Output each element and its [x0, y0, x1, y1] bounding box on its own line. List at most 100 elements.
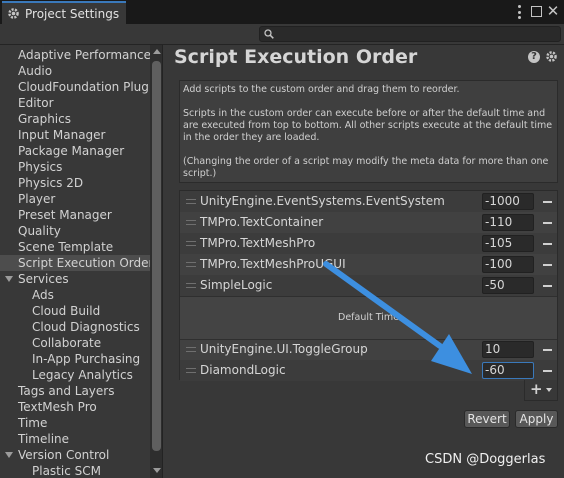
add-script-button[interactable]: +	[524, 380, 558, 401]
scrollbar-thumb[interactable]	[152, 61, 161, 451]
sidebar-item-label: Physics 2D	[18, 176, 84, 190]
sidebar-item-label: In-App Purchasing	[32, 352, 141, 366]
window-titlebar: Project Settings ✕	[0, 0, 564, 24]
default-time-label: Default Time	[338, 312, 399, 323]
search-input[interactable]	[259, 26, 561, 42]
sidebar-item-label: Graphics	[18, 112, 71, 126]
sidebar-item-physics[interactable]: Physics	[0, 159, 152, 175]
script-row[interactable]: UnityEngine.EventSystems.EventSystem -100…	[180, 191, 557, 212]
script-row[interactable]: TMPro.TextMeshProUGUI -100	[180, 254, 557, 275]
sidebar-item-time[interactable]: Time	[0, 415, 152, 431]
sidebar-item-label: Collaborate	[32, 336, 102, 350]
sidebar-item-package-manager[interactable]: Package Manager	[0, 143, 152, 159]
maximize-icon[interactable]	[531, 6, 542, 17]
scroll-down-icon[interactable]	[153, 468, 161, 473]
drag-handle-icon[interactable]	[186, 199, 196, 204]
sidebar-item-adaptive-performance[interactable]: Adaptive Performance	[0, 47, 152, 63]
sidebar-item-player[interactable]: Player	[0, 191, 152, 207]
help-icon[interactable]: ?	[528, 51, 540, 63]
chevron-down-icon[interactable]	[5, 452, 13, 458]
sidebar-item-plastic-scm[interactable]: Plastic SCM	[0, 463, 152, 478]
script-row[interactable]: DiamondLogic -60	[180, 360, 557, 381]
sidebar-item-label: Editor	[18, 96, 54, 110]
execution-order-input[interactable]: 10	[482, 341, 534, 358]
help-box: Add scripts to the custom order and drag…	[179, 80, 558, 183]
sidebar-item-label: Preset Manager	[18, 208, 112, 222]
sidebar-item-in-app-purchasing[interactable]: In-App Purchasing	[0, 351, 152, 367]
sidebar-item-version-control[interactable]: Version Control	[0, 447, 152, 463]
sidebar-item-timeline[interactable]: Timeline	[0, 431, 152, 447]
sidebar-item-textmesh-pro[interactable]: TextMesh Pro	[0, 399, 152, 415]
execution-order-input[interactable]: -50	[482, 277, 534, 294]
more-options-icon[interactable]	[515, 4, 523, 20]
script-row[interactable]: TMPro.TextMeshPro -105	[180, 233, 557, 254]
script-name: TMPro.TextMeshProUGUI	[200, 257, 346, 271]
window-title: Project Settings	[25, 6, 120, 21]
sidebar-item-collaborate[interactable]: Collaborate	[0, 335, 152, 351]
script-name: TMPro.TextMeshPro	[200, 236, 316, 250]
gear-icon	[8, 8, 19, 19]
apply-button[interactable]: Apply	[515, 410, 558, 428]
sidebar-item-audio[interactable]: Audio	[0, 63, 152, 79]
drag-handle-icon[interactable]	[186, 241, 196, 246]
gear-icon[interactable]	[545, 50, 558, 63]
chevron-down-icon[interactable]	[5, 276, 13, 282]
remove-icon[interactable]	[543, 370, 552, 372]
close-icon[interactable]: ✕	[546, 3, 560, 19]
sidebar-item-cloud-diagnostics[interactable]: Cloud Diagnostics	[0, 319, 152, 335]
script-row[interactable]: TMPro.TextContainer -110	[180, 212, 557, 233]
execution-order-input[interactable]: -110	[482, 214, 534, 231]
sidebar-item-ads[interactable]: Ads	[0, 287, 152, 303]
revert-button[interactable]: Revert	[464, 410, 510, 428]
sidebar-scrollbar[interactable]	[150, 45, 162, 478]
remove-icon[interactable]	[543, 285, 552, 287]
sidebar-item-cloud-build[interactable]: Cloud Build	[0, 303, 152, 319]
sidebar-item-label: Legacy Analytics	[32, 368, 133, 382]
sidebar-item-preset-manager[interactable]: Preset Manager	[0, 207, 152, 223]
sidebar-item-label: Tags and Layers	[18, 384, 115, 398]
sidebar-item-physics-2d[interactable]: Physics 2D	[0, 175, 152, 191]
sidebar-item-quality[interactable]: Quality	[0, 223, 152, 239]
remove-icon[interactable]	[543, 222, 552, 224]
script-name: DiamondLogic	[200, 363, 286, 377]
remove-icon[interactable]	[543, 243, 552, 245]
drag-handle-icon[interactable]	[186, 283, 196, 288]
sidebar-item-label: Plastic SCM	[32, 464, 101, 478]
script-row[interactable]: UnityEngine.UI.ToggleGroup 10	[180, 339, 557, 360]
sidebar-item-label: Time	[18, 416, 48, 430]
settings-sidebar: Adaptive Performance Audio CloudFoundation…	[0, 45, 163, 478]
drag-handle-icon[interactable]	[186, 368, 196, 373]
sidebar-item-cloudfoundation-plugin[interactable]: CloudFoundation Plugin	[0, 79, 152, 95]
remove-icon[interactable]	[543, 349, 552, 351]
sidebar-item-label: Script Execution Order	[18, 256, 152, 270]
sidebar-item-label: Cloud Build	[32, 304, 101, 318]
sidebar-item-legacy-analytics[interactable]: Legacy Analytics	[0, 367, 152, 383]
sidebar-item-graphics[interactable]: Graphics	[0, 111, 152, 127]
execution-order-input[interactable]: -105	[482, 235, 534, 252]
project-settings-tab[interactable]: Project Settings	[2, 1, 126, 24]
execution-order-input[interactable]: -100	[482, 256, 534, 273]
sidebar-item-input-manager[interactable]: Input Manager	[0, 127, 152, 143]
drag-handle-icon[interactable]	[186, 262, 196, 267]
drag-handle-icon[interactable]	[186, 220, 196, 225]
sidebar-item-editor[interactable]: Editor	[0, 95, 152, 111]
script-row[interactable]: SimpleLogic -50	[180, 275, 557, 296]
remove-icon[interactable]	[543, 264, 552, 266]
execution-order-input[interactable]: -60	[482, 362, 534, 379]
sidebar-item-label: Adaptive Performance	[18, 48, 151, 62]
sidebar-item-label: CloudFoundation Plugin	[18, 80, 152, 94]
plus-icon: +	[530, 380, 543, 398]
sidebar-item-label: Timeline	[18, 432, 70, 446]
scroll-up-icon[interactable]	[153, 49, 161, 54]
help-text: Scripts in the custom order can execute …	[183, 108, 553, 143]
execution-order-input[interactable]: -1000	[482, 193, 534, 210]
sidebar-item-services[interactable]: Services	[0, 271, 152, 287]
sidebar-item-script-execution-order[interactable]: Script Execution Order	[0, 255, 152, 271]
sidebar-item-scene-template[interactable]: Scene Template	[0, 239, 152, 255]
sidebar-item-label: Scene Template	[18, 240, 114, 254]
sidebar-item-label: Physics	[18, 160, 63, 174]
sidebar-item-label: Services	[18, 272, 69, 286]
drag-handle-icon[interactable]	[186, 347, 196, 352]
sidebar-item-tags-and-layers[interactable]: Tags and Layers	[0, 383, 152, 399]
remove-icon[interactable]	[543, 201, 552, 203]
